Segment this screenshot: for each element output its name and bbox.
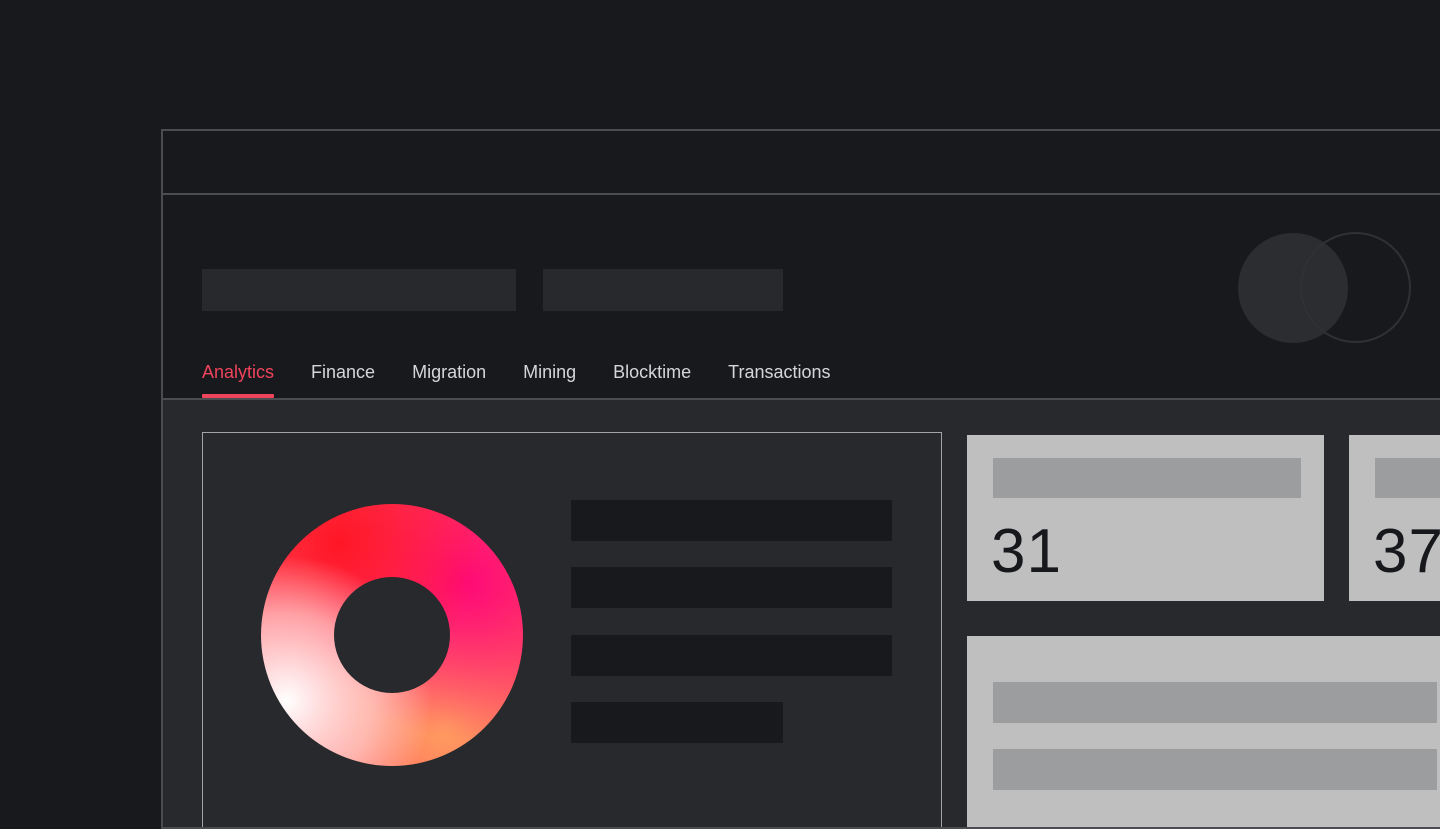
detail-card[interactable] bbox=[967, 636, 1440, 827]
app-window: Analytics Finance Migration Mining Block… bbox=[161, 129, 1440, 829]
stat-label-placeholder bbox=[993, 458, 1301, 498]
tab-analytics[interactable]: Analytics bbox=[202, 358, 275, 398]
detail-line-placeholder bbox=[993, 682, 1437, 723]
donut-chart bbox=[260, 503, 524, 767]
legend-item-placeholder bbox=[571, 567, 892, 608]
tab-bar: Analytics Finance Migration Mining Block… bbox=[202, 358, 868, 398]
tab-blocktime[interactable]: Blocktime bbox=[613, 358, 691, 398]
legend-item-placeholder bbox=[571, 500, 892, 541]
avatar-secondary[interactable] bbox=[1300, 232, 1411, 343]
dashboard-content: 31 37 bbox=[163, 398, 1440, 827]
stat-card[interactable]: 31 bbox=[967, 435, 1324, 601]
tab-transactions[interactable]: Transactions bbox=[728, 358, 830, 398]
header-subtitle-placeholder bbox=[543, 269, 783, 311]
donut-chart-panel bbox=[202, 432, 942, 827]
stat-card[interactable]: 37 bbox=[1349, 435, 1440, 601]
stat-value: 31 bbox=[991, 517, 1062, 586]
stat-value: 37 bbox=[1373, 517, 1440, 586]
top-bar bbox=[163, 131, 1440, 195]
tab-mining[interactable]: Mining bbox=[523, 358, 576, 398]
stat-label-placeholder bbox=[1375, 458, 1440, 498]
tab-migration[interactable]: Migration bbox=[412, 358, 486, 398]
legend-item-placeholder bbox=[571, 635, 892, 676]
legend-item-placeholder bbox=[571, 702, 783, 743]
detail-line-placeholder bbox=[993, 749, 1437, 790]
header-title-placeholder bbox=[202, 269, 516, 311]
tab-finance[interactable]: Finance bbox=[311, 358, 375, 398]
